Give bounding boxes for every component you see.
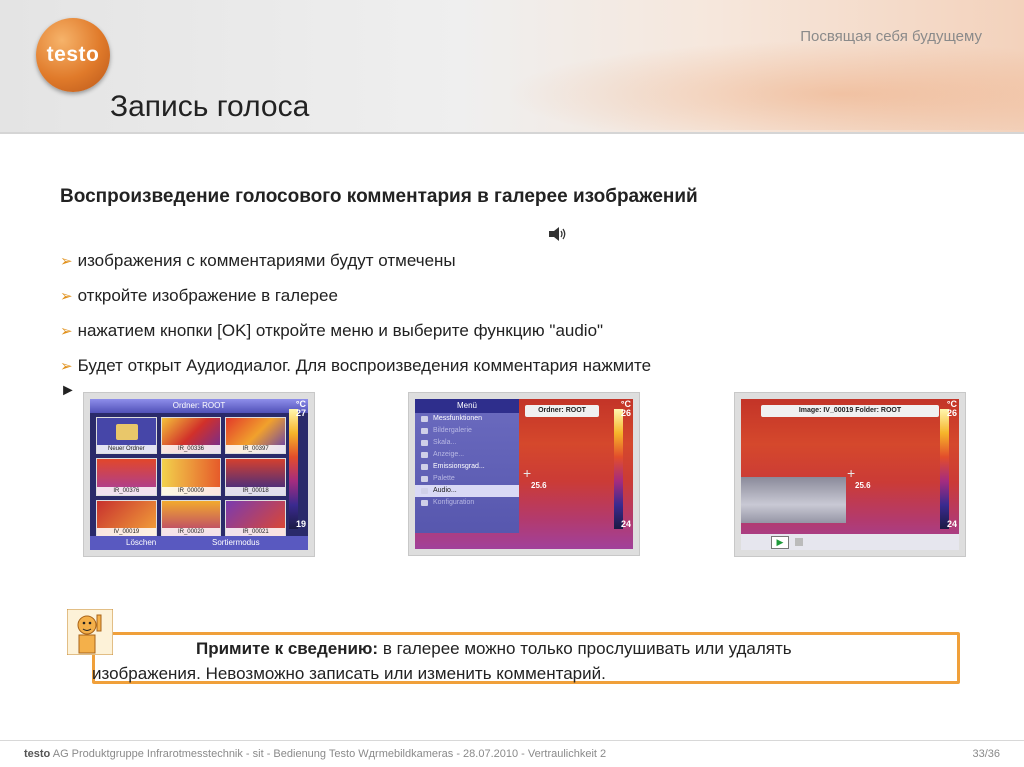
- footer: testo AG Produktgruppe Infrarotmesstechn…: [24, 748, 606, 760]
- spot-temperature: 25.6: [531, 481, 547, 490]
- menu-item-palette[interactable]: Palette: [415, 473, 519, 485]
- gallery-cell-label: IR_00336: [161, 445, 221, 454]
- notice-line-1: в галерее можно только прослушивать или …: [378, 639, 792, 658]
- menu-item-audio[interactable]: Audio...: [415, 485, 519, 497]
- gallery-cell-label: IV_00019: [97, 527, 156, 536]
- scale-min: 19: [295, 519, 306, 529]
- folder-label: Ordner: ROOT: [538, 407, 586, 414]
- menu-item-anzeige[interactable]: Anzeige...: [415, 449, 519, 461]
- bullet-arrow-icon: ➢: [60, 358, 73, 375]
- image-info-label: Image: IV_00019 Folder: ROOT: [798, 407, 902, 414]
- menu-screenshot: Ordner: ROOT Menü Messfunktionen Bilderg…: [409, 393, 639, 555]
- audio-screen: Image: IV_00019 Folder: ROOT + 25.6 °C 2…: [741, 399, 959, 550]
- folder-icon: [116, 424, 138, 440]
- gallery-cell-label: IR_00397: [226, 445, 285, 454]
- bullet-item: ➢ откройте изображение в галерее: [60, 285, 651, 320]
- gallery-cell: IR_00018: [225, 458, 286, 496]
- scale-max: 26: [946, 408, 957, 418]
- gallery-title-bar: Ordner: ROOT: [90, 399, 308, 413]
- slide-title: Запись голоса: [110, 90, 310, 123]
- spot-temperature: 25.6: [855, 481, 871, 490]
- page-number: 33/36: [972, 748, 1000, 760]
- section-heading: Воспроизведение голосового комментария в…: [60, 186, 698, 207]
- menu-panel: Menü Messfunktionen Bildergalerie Skala.…: [415, 399, 519, 533]
- menu-item-skala[interactable]: Skala...: [415, 437, 519, 449]
- slogan: Посвящая себя будущему: [800, 28, 982, 45]
- slide-header: testo Посвящая себя будущему Запись голо…: [0, 0, 1024, 134]
- gallery-screenshot: Ordner: ROOT Neuer Ordner IR_00336 IR_00…: [84, 393, 314, 556]
- gallery-button-bar: Löschen Sortiermodus: [90, 536, 308, 550]
- gallery-cell: IR_00376: [96, 458, 157, 496]
- gallery-cell: IV_00019: [96, 499, 157, 537]
- bullet-list: ➢ изображения с комментариями будут отмеч…: [60, 250, 651, 390]
- bullet-text: изображения с комментариями будут отмече…: [77, 251, 456, 270]
- gallery-cell-label: IR_00021: [226, 527, 285, 536]
- gallery-title: Ordner: ROOT: [172, 401, 226, 410]
- color-scale: [940, 409, 949, 529]
- gallery-cell: IR_00397: [225, 417, 286, 455]
- gallery-cell: IR_00020: [160, 499, 222, 537]
- menu-screen: Ordner: ROOT Menü Messfunktionen Bilderg…: [415, 399, 633, 549]
- image-info-bar: Image: IV_00019 Folder: ROOT: [761, 405, 939, 417]
- audio-screenshot: Image: IV_00019 Folder: ROOT + 25.6 °C 2…: [735, 393, 965, 556]
- gallery-cell: IR_00009: [160, 458, 222, 496]
- delete-button[interactable]: Löschen: [126, 536, 156, 550]
- gallery-cell-label: IR_00018: [226, 486, 285, 495]
- gallery-cell: IR_00336: [160, 417, 222, 455]
- gallery-screen: Ordner: ROOT Neuer Ordner IR_00336 IR_00…: [90, 399, 308, 550]
- bullet-item: ➢ изображения с комментариями будут отмеч…: [60, 250, 651, 285]
- menu-item-messfunktionen[interactable]: Messfunktionen: [415, 413, 519, 425]
- play-symbol: ►: [60, 382, 76, 399]
- gallery-cell: IR_00021: [225, 499, 286, 537]
- scale-min: 24: [620, 519, 631, 529]
- testo-logo: testo: [36, 18, 110, 92]
- menu-item-konfiguration[interactable]: Konfiguration: [415, 497, 519, 509]
- bullet-text: откройте изображение в галерее: [77, 286, 338, 305]
- notice-line-2: изображения. Невозможно записать или изм…: [92, 664, 606, 683]
- color-scale: [614, 409, 623, 529]
- color-scale: [289, 409, 298, 529]
- gallery-cell-label: IR_00020: [161, 527, 221, 536]
- header-glow: [504, 40, 1024, 130]
- notice-bold: Примите к сведению:: [196, 639, 379, 658]
- gallery-cell-label: IR_00009: [161, 486, 221, 495]
- footer-text: AG Produktgruppe Infrarotmesstechnik - s…: [50, 748, 607, 760]
- audio-control-bar: ▶: [741, 534, 959, 550]
- menu-item-bildergalerie[interactable]: Bildergalerie: [415, 425, 519, 437]
- gallery-folder-cell: Neuer Ordner: [96, 417, 157, 455]
- menu-item-emissionsgrad[interactable]: Emissionsgrad...: [415, 461, 519, 473]
- gallery-cell-label: Neuer Ordner: [97, 445, 156, 454]
- notice-text: Примите к сведению: в галерее можно толь…: [92, 636, 912, 686]
- scene-floor: [741, 477, 846, 523]
- logo-text: testo: [46, 43, 100, 66]
- scale-max: 26: [620, 408, 631, 418]
- speaker-icon: [549, 227, 566, 241]
- bullet-arrow-icon: ➢: [60, 253, 73, 270]
- gallery-grid: Neuer Ordner IR_00336 IR_00397 IR_00376 …: [96, 417, 286, 537]
- footer-divider: [0, 740, 1024, 741]
- scale-min: 24: [946, 519, 957, 529]
- bullet-arrow-icon: ➢: [60, 323, 73, 340]
- bullet-text: нажатием кнопки [OK] откройте меню и выб…: [77, 321, 604, 340]
- crosshair-icon: +: [847, 465, 856, 481]
- play-button[interactable]: ▶: [771, 536, 789, 549]
- footer-brand: testo: [24, 748, 51, 760]
- menu-title: Menü: [415, 399, 519, 413]
- stop-button[interactable]: [795, 538, 803, 546]
- bullet-arrow-icon: ➢: [60, 288, 73, 305]
- bullet-text: Будет открыт Аудиодиалог. Для воспроизве…: [77, 356, 652, 375]
- folder-bar: Ordner: ROOT: [525, 405, 599, 417]
- bullet-item: ➢ нажатием кнопки [OK] откройте меню и вы…: [60, 320, 651, 355]
- crosshair-icon: +: [523, 465, 532, 481]
- gallery-cell-label: IR_00376: [97, 486, 156, 495]
- bullet-item: ➢ Будет открыт Аудиодиалог. Для воспроизв…: [60, 355, 651, 390]
- sort-button[interactable]: Sortiermodus: [212, 536, 260, 550]
- scale-max: 27: [295, 408, 306, 418]
